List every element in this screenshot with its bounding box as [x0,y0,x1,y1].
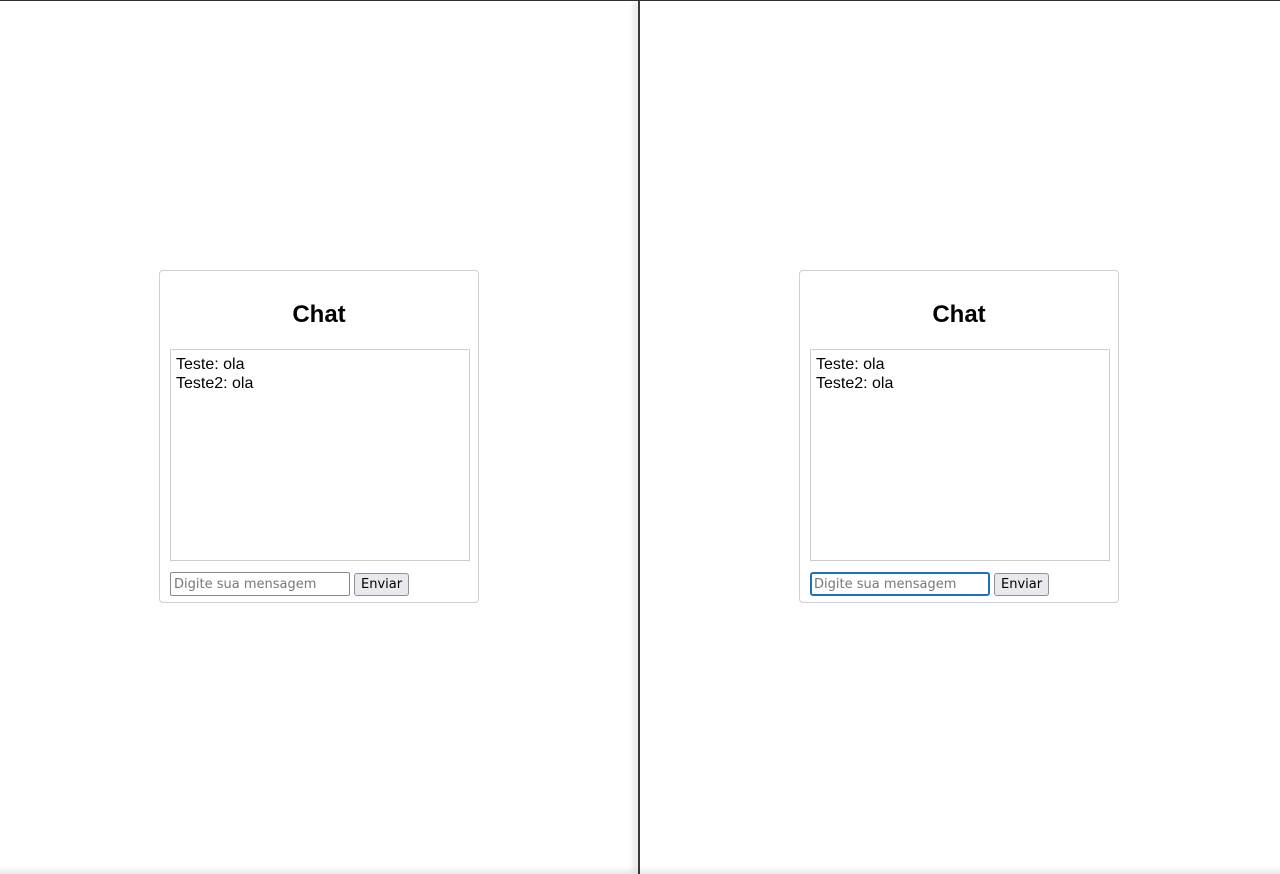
message-input[interactable] [170,572,350,596]
message-item: Teste: ola [176,356,245,373]
chat-card: Chat Teste: ola Teste2: ola Enviar [799,270,1119,603]
chat-card: Chat Teste: ola Teste2: ola Enviar [159,270,479,603]
browser-pane-right: Chat Teste: ola Teste2: ola Enviar [640,1,1280,874]
messages-box[interactable]: Teste: ola Teste2: ola [810,349,1110,561]
chat-title: Chat [932,301,986,328]
input-row: Enviar [170,572,410,596]
message-item: Teste2: ola [176,375,254,392]
window-bottom-edge [0,866,1280,874]
messages-box[interactable]: Teste: ola Teste2: ola [170,349,470,561]
send-button[interactable]: Enviar [354,572,410,596]
message-input[interactable] [810,572,990,596]
message-item: Teste2: ola [816,375,894,392]
input-row: Enviar [810,572,1050,596]
chat-title: Chat [292,301,346,328]
screen: Chat Teste: ola Teste2: ola Enviar Chat … [0,0,1280,874]
send-button[interactable]: Enviar [994,572,1050,596]
browser-pane-left: Chat Teste: ola Teste2: ola Enviar [0,1,639,874]
message-item: Teste: ola [816,356,885,373]
